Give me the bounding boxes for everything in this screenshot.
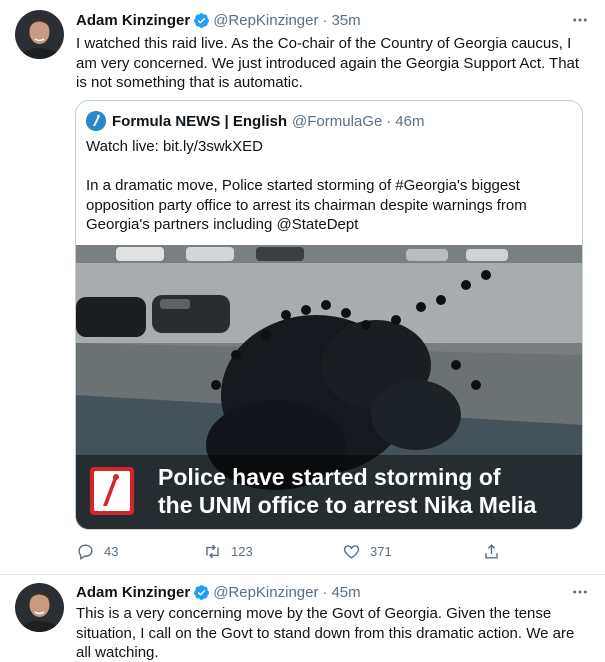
like-count: 371	[370, 543, 392, 559]
retweet-button[interactable]: 123	[203, 540, 253, 562]
share-button[interactable]	[482, 540, 510, 562]
separator-dot: ·	[386, 112, 392, 130]
quoted-author-name: Formula NEWS | English	[112, 112, 288, 130]
author-handle[interactable]: @RepKinzinger	[213, 12, 318, 29]
timestamp[interactable]: 35m	[331, 12, 360, 29]
reply-button[interactable]: 43	[76, 540, 118, 562]
separator-dot: ·	[322, 11, 328, 29]
quoted-tweet-link-line: Watch live: bit.ly/3swkXED	[86, 138, 263, 155]
author-name[interactable]: Adam Kinzinger	[76, 584, 190, 601]
verified-badge-icon	[194, 584, 210, 600]
media-caption-line2: the UNM office to arrest Nika Melia	[158, 492, 537, 518]
quoted-tweet-body: In a dramatic move, Police started storm…	[86, 177, 527, 233]
media-caption-line1: Police have started storming of	[158, 464, 501, 490]
quoted-author-handle: @FormulaGe	[292, 112, 383, 130]
retweet-count: 123	[231, 543, 253, 559]
tweet-header: Adam Kinzinger @RepKinzinger · 35m	[76, 10, 361, 30]
quoted-tweet[interactable]: Formula NEWS | English @FormulaGe · 46m …	[75, 100, 583, 530]
retweet-icon	[206, 544, 219, 558]
news-logo-icon	[90, 467, 134, 515]
separator-dot: ·	[322, 583, 328, 601]
quoted-avatar	[86, 111, 106, 131]
verified-badge-icon	[194, 12, 210, 28]
tweet-actions: 43 123 371	[76, 540, 516, 562]
tweet-text: I watched this raid live. As the Co-chai…	[76, 35, 580, 91]
reply-count: 43	[104, 543, 119, 559]
share-icon	[485, 543, 498, 559]
tweet[interactable]: Adam Kinzinger @RepKinzinger · 35m I wat…	[0, 0, 605, 575]
quoted-media-video[interactable]: Police have started storming of the UNM …	[76, 245, 582, 529]
tweet-header: Adam Kinzinger @RepKinzinger · 45m	[76, 582, 361, 602]
quoted-timestamp: 46m	[395, 112, 425, 130]
tweet[interactable]: Adam Kinzinger @RepKinzinger · 45m This …	[0, 576, 605, 662]
more-options-icon[interactable]	[569, 582, 591, 602]
quoted-tweet-header: Formula NEWS | English @FormulaGe · 46m	[86, 111, 424, 131]
more-options-icon[interactable]	[569, 10, 591, 30]
author-handle[interactable]: @RepKinzinger	[213, 584, 318, 601]
tweet-text: This is a very concerning move by the Go…	[76, 605, 575, 661]
avatar[interactable]	[15, 583, 64, 632]
timestamp[interactable]: 45m	[331, 584, 360, 601]
author-name[interactable]: Adam Kinzinger	[76, 12, 190, 29]
avatar[interactable]	[15, 10, 64, 59]
quoted-tweet-text: Watch live: bit.ly/3swkXED In a dramatic…	[86, 137, 576, 235]
like-icon	[343, 544, 360, 559]
reply-icon	[78, 543, 93, 560]
like-button[interactable]: 371	[342, 540, 392, 562]
